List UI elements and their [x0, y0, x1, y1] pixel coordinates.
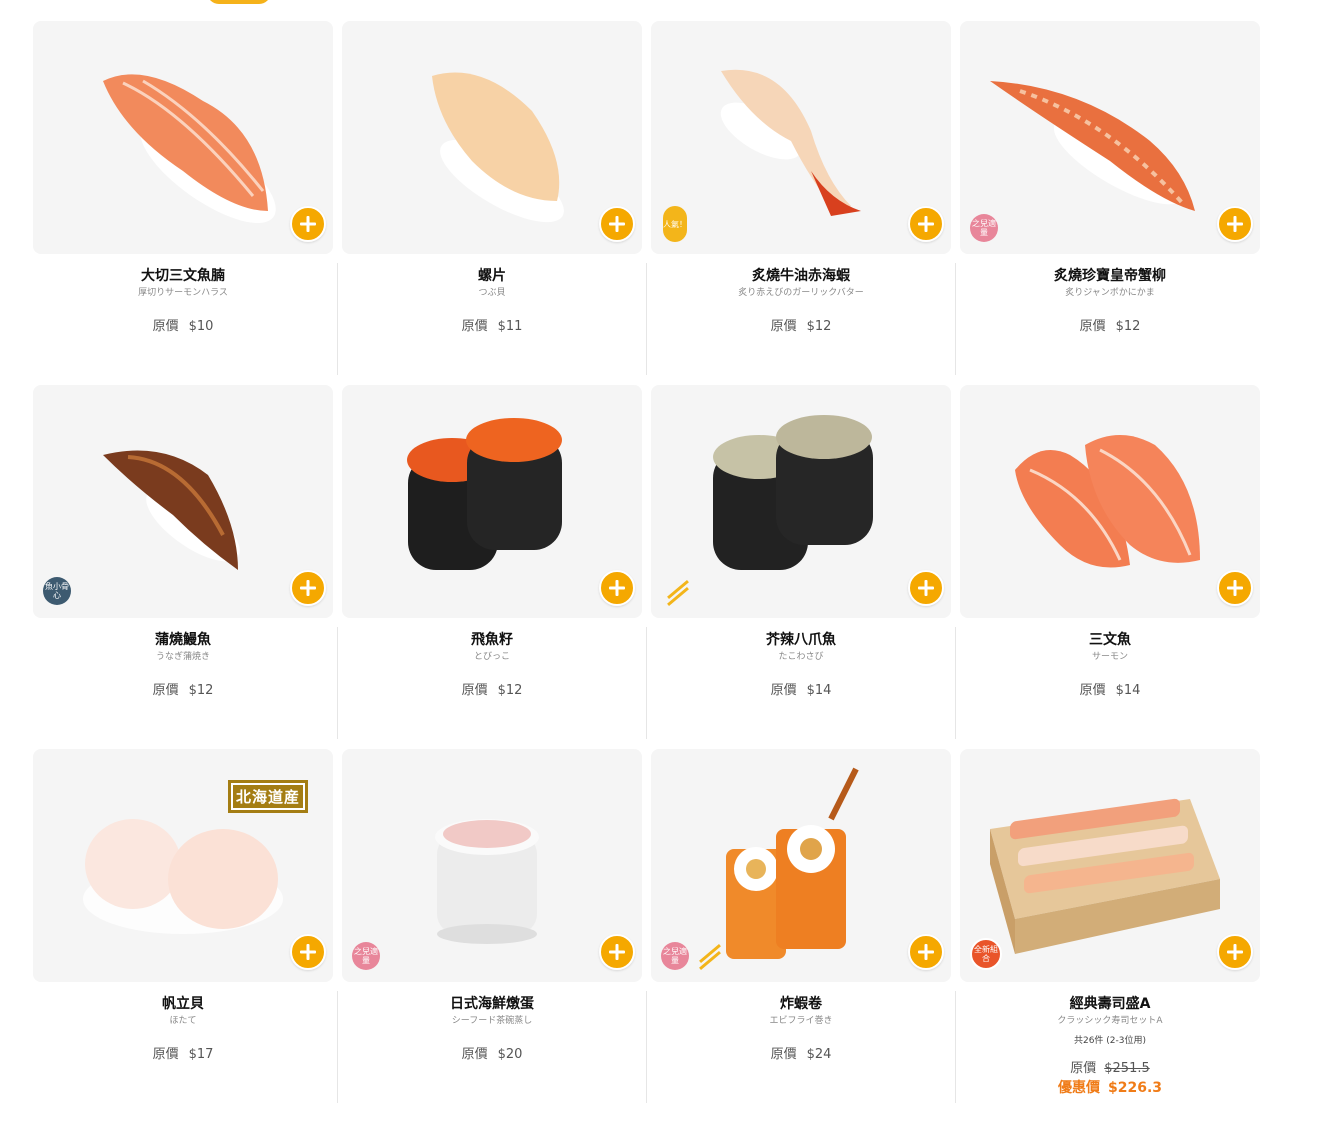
menu-grid: 大切三文魚腩 厚切りサーモンハラス 原價 $10 螺片 つぶ貝 原價 $11 人氣！… — [33, 21, 1260, 1113]
item-name: 經典壽司盛A — [1069, 996, 1151, 1012]
add-to-cart-button[interactable] — [290, 934, 326, 970]
wasabi-badge — [695, 944, 721, 968]
add-to-cart-button[interactable] — [908, 206, 944, 242]
item-subtitle: とびっこ — [473, 652, 510, 662]
item-original-price: 原價 $251.5 — [1070, 1061, 1150, 1076]
ebi-fry-roll-photo: 之兒適量 — [651, 749, 951, 982]
item-name: 炙燒珍寶皇帝蟹柳 — [1054, 268, 1166, 284]
small-bones-badge: 魚小骨心 — [43, 577, 71, 605]
item-name: 蒲燒鰻魚 — [155, 632, 211, 648]
item-subtitle: つぶ貝 — [478, 288, 506, 298]
kids-badge: 之兒適量 — [661, 942, 689, 970]
item-price: 原價 $12 — [461, 683, 523, 698]
item-name: 芥辣八爪魚 — [766, 632, 836, 648]
menu-item-card[interactable]: 大切三文魚腩 厚切りサーモンハラス 原價 $10 — [33, 21, 333, 385]
add-to-cart-button[interactable] — [599, 206, 635, 242]
item-name: 日式海鮮燉蛋 — [450, 996, 534, 1012]
item-name: 炸蝦卷 — [780, 996, 822, 1012]
item-price: 原價 $20 — [461, 1047, 523, 1062]
add-to-cart-button[interactable] — [599, 570, 635, 606]
item-subtitle: 炙り赤えびのガーリックバター — [738, 288, 864, 298]
menu-item-card[interactable]: 人氣！ 炙燒牛油赤海蝦 炙り赤えびのガーリックバター 原價 $12 — [646, 21, 951, 385]
top-tab-indicator — [207, 0, 271, 4]
crab-stick-photo: 之兒適量 — [960, 21, 1260, 254]
item-subtitle: シーフード茶碗蒸し — [451, 1016, 533, 1026]
kids-badge: 之兒適量 — [352, 942, 380, 970]
menu-item-card[interactable]: 北海道産 帆立貝 ほたて 原價 $17 — [33, 749, 333, 1113]
item-subtitle: 厚切りサーモンハラス — [138, 288, 228, 298]
new-combo-badge: 全新組合 — [970, 938, 1002, 970]
item-subtitle: クラッシック寿司セットA — [1057, 1016, 1163, 1026]
shrimp-photo: 人氣！ — [651, 21, 951, 254]
menu-item-card[interactable]: 飛魚籽 とびっこ 原價 $12 — [337, 385, 642, 749]
kids-badge: 之兒適量 — [970, 214, 998, 242]
add-to-cart-button[interactable] — [290, 570, 326, 606]
item-subtitle: うなぎ蒲焼き — [155, 652, 210, 662]
add-to-cart-button[interactable] — [290, 206, 326, 242]
menu-item-card[interactable]: 螺片 つぶ貝 原價 $11 — [337, 21, 642, 385]
salmon-belly-photo — [33, 21, 333, 254]
item-price: 原價 $12 — [1079, 319, 1141, 334]
item-price: 原價 $12 — [152, 683, 214, 698]
item-name: 螺片 — [478, 268, 506, 284]
item-name: 大切三文魚腩 — [141, 268, 225, 284]
octopus-wasabi-photo — [651, 385, 951, 618]
popular-badge: 人氣！ — [663, 206, 687, 242]
item-subtitle: サーモン — [1091, 652, 1128, 662]
item-name: 三文魚 — [1089, 632, 1131, 648]
item-name: 炙燒牛油赤海蝦 — [752, 268, 850, 284]
menu-item-card[interactable]: 之兒適量 日式海鮮燉蛋 シーフード茶碗蒸し 原價 $20 — [337, 749, 642, 1113]
menu-item-card[interactable]: 三文魚 サーモン 原價 $14 — [955, 385, 1260, 749]
hokkaido-tag: 北海道産 — [227, 780, 308, 813]
item-price: 原價 $24 — [770, 1047, 832, 1062]
menu-item-card[interactable]: 全新組合 經典壽司盛A クラッシック寿司セットA 共26件 (2-3位用) 原價… — [955, 749, 1260, 1113]
item-price: 原價 $14 — [1079, 683, 1141, 698]
eel-photo: 魚小骨心 — [33, 385, 333, 618]
item-price: 原價 $11 — [461, 319, 523, 334]
add-to-cart-button[interactable] — [1217, 934, 1253, 970]
item-promo-price: 優惠價 $226.3 — [1057, 1080, 1163, 1096]
add-to-cart-button[interactable] — [1217, 570, 1253, 606]
whelk-photo — [342, 21, 642, 254]
add-to-cart-button[interactable] — [908, 934, 944, 970]
item-name: 飛魚籽 — [471, 632, 513, 648]
menu-item-card[interactable]: 之兒適量 炸蝦卷 エビフライ巻き 原價 $24 — [646, 749, 951, 1113]
sushi-set-photo: 全新組合 — [960, 749, 1260, 982]
item-piece-count: 共26件 (2-3位用) — [1073, 1036, 1147, 1046]
wasabi-badge — [663, 580, 689, 604]
item-subtitle: 炙りジャンボかにかま — [1065, 288, 1155, 298]
item-price: 原價 $12 — [770, 319, 832, 334]
item-subtitle: たこわさび — [778, 652, 824, 662]
chawanmushi-photo: 之兒適量 — [342, 749, 642, 982]
item-price: 原價 $14 — [770, 683, 832, 698]
add-to-cart-button[interactable] — [599, 934, 635, 970]
item-subtitle: ほたて — [169, 1016, 197, 1026]
item-price: 原價 $10 — [152, 319, 214, 334]
add-to-cart-button[interactable] — [1217, 206, 1253, 242]
menu-item-card[interactable]: 之兒適量 炙燒珍寶皇帝蟹柳 炙りジャンボかにかま 原價 $12 — [955, 21, 1260, 385]
scallop-photo: 北海道産 — [33, 749, 333, 982]
menu-item-card[interactable]: 魚小骨心 蒲燒鰻魚 うなぎ蒲焼き 原價 $12 — [33, 385, 333, 749]
menu-item-card[interactable]: 芥辣八爪魚 たこわさび 原價 $14 — [646, 385, 951, 749]
item-name: 帆立貝 — [162, 996, 204, 1012]
flying-fish-roe-photo — [342, 385, 642, 618]
item-subtitle: エビフライ巻き — [769, 1016, 833, 1026]
add-to-cart-button[interactable] — [908, 570, 944, 606]
item-price: 原價 $17 — [152, 1047, 214, 1062]
salmon-photo — [960, 385, 1260, 618]
